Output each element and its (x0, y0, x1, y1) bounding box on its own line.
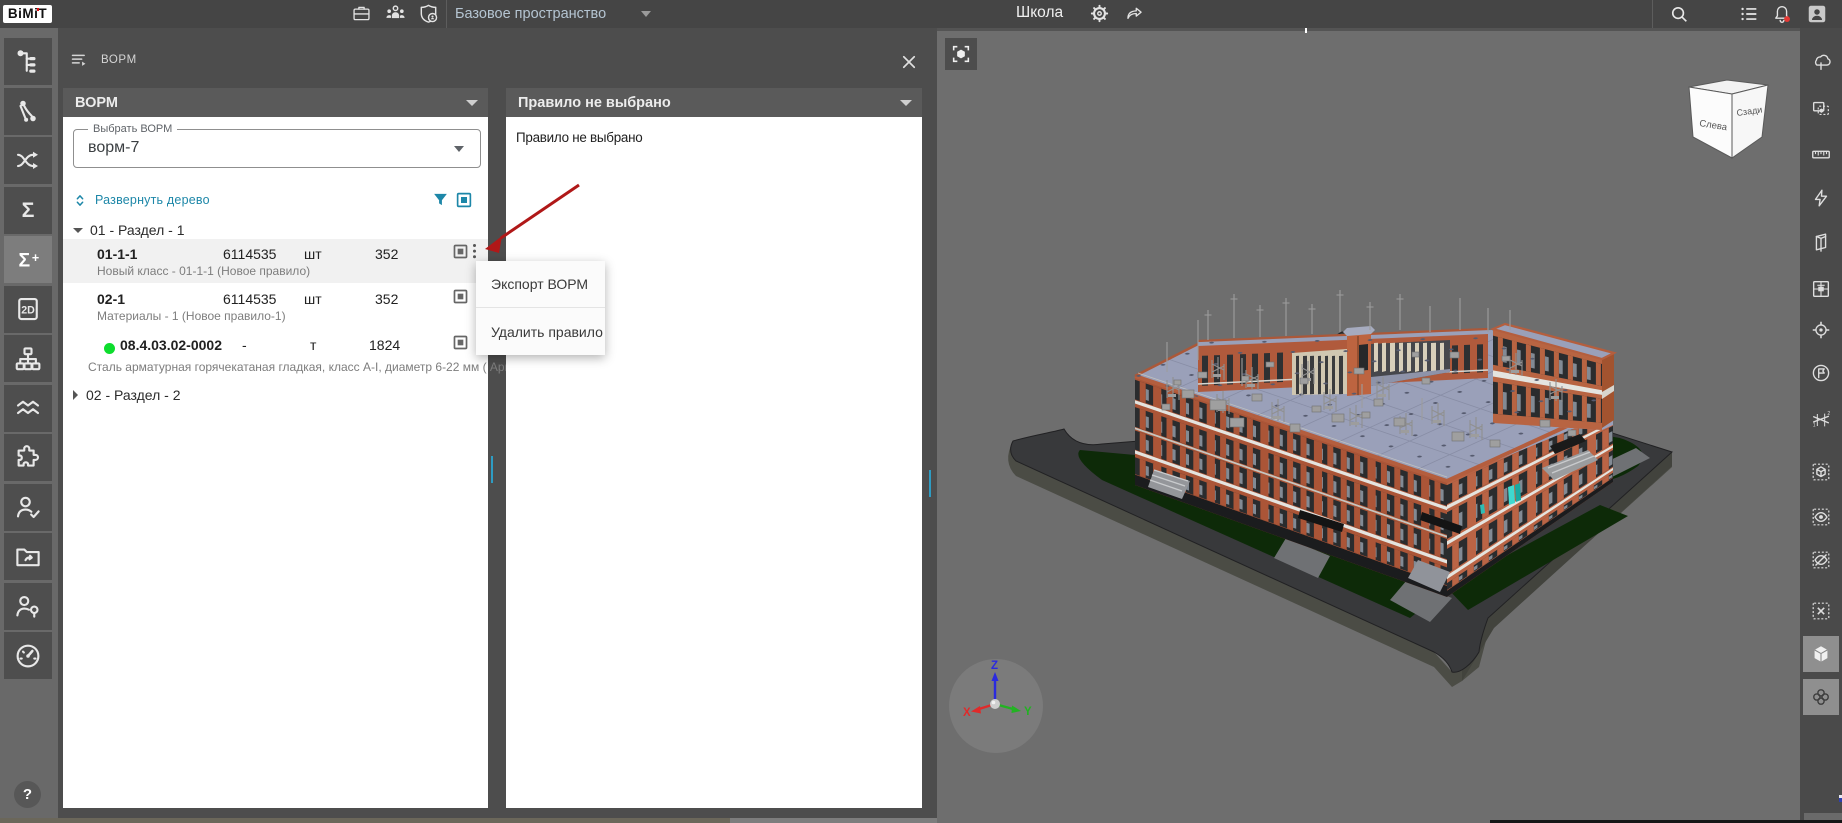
svg-text:2: 2 (1827, 411, 1830, 417)
svg-text:X: X (963, 707, 971, 719)
svg-text:Z: Z (991, 660, 998, 672)
svg-text:Σ: Σ (22, 198, 35, 222)
svg-text:+: + (32, 250, 39, 264)
svg-text:Σ: Σ (18, 249, 30, 271)
svg-text:Y: Y (1024, 706, 1032, 718)
svg-text:1: 1 (1813, 422, 1816, 428)
svg-text:2D: 2D (21, 304, 35, 316)
